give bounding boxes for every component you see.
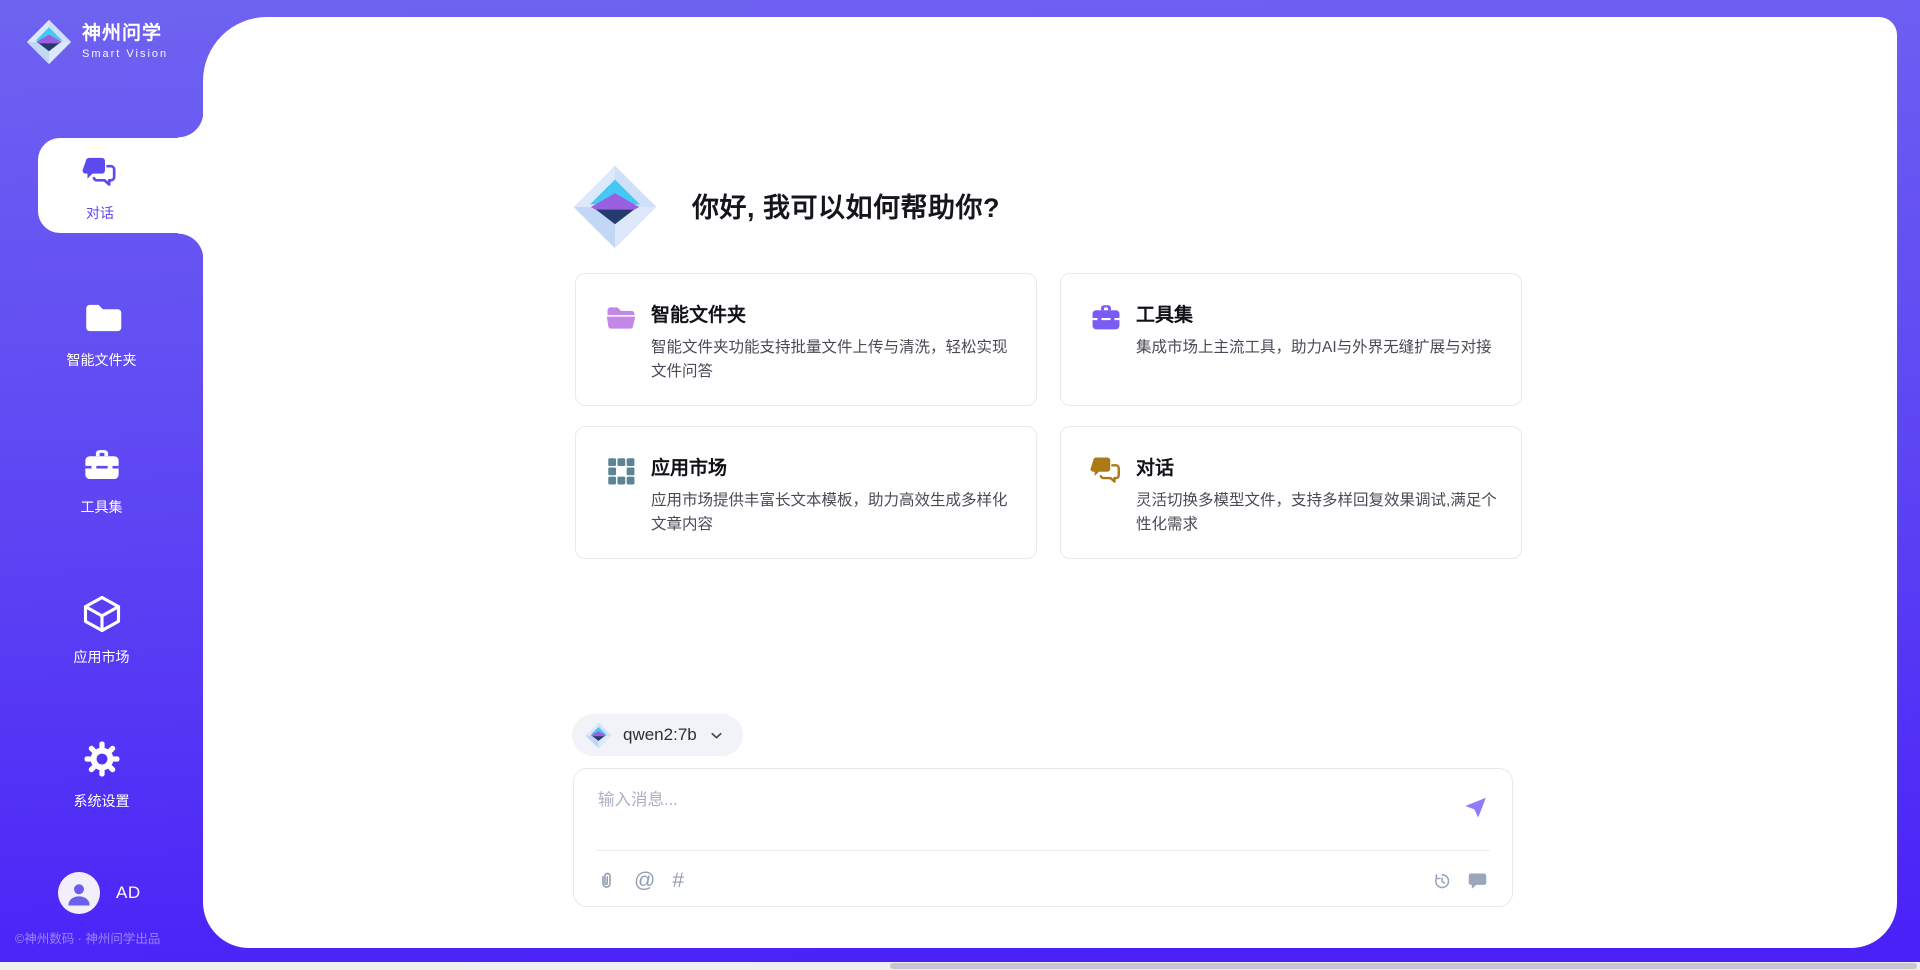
person-icon	[64, 878, 94, 908]
greeting-title: 你好, 我可以如何帮助你?	[692, 186, 1000, 225]
sidebar-item-label: 应用市场	[74, 647, 130, 667]
chat-icon	[80, 152, 120, 192]
scrollbar-thumb[interactable]	[890, 963, 1917, 969]
model-name: qwen2:7b	[623, 725, 697, 745]
brand-subtitle: Smart Vision	[82, 48, 168, 60]
horizontal-scrollbar[interactable]	[0, 962, 1920, 970]
card-title: 智能文件夹	[651, 300, 1012, 327]
user-name: AD	[116, 883, 141, 903]
sidebar-item-label: 对话	[86, 203, 114, 223]
sidebar: 神州问学 Smart Vision 对话 智能文件夹	[0, 0, 203, 970]
card-description: 集成市场上主流工具，助力AI与外界无缝扩展与对接	[1136, 336, 1492, 360]
toolbox-icon	[81, 444, 123, 486]
model-selector[interactable]: qwen2:7b	[572, 714, 743, 756]
toolbox-icon	[1089, 300, 1123, 405]
sidebar-item-settings[interactable]: 系统设置	[0, 724, 203, 816]
feature-cards: 智能文件夹 智能文件夹功能支持批量文件上传与清洗，轻松实现文件问答 工具集 集成…	[575, 273, 1522, 559]
history-icon[interactable]	[1432, 871, 1452, 891]
chat-icon	[1089, 453, 1123, 558]
card-title: 工具集	[1136, 300, 1492, 327]
card-smart-folder[interactable]: 智能文件夹 智能文件夹功能支持批量文件上传与清洗，轻松实现文件问答	[575, 273, 1037, 406]
greeting-logo-diamond-icon	[572, 162, 658, 252]
user-profile[interactable]: AD	[58, 872, 141, 914]
composer-tools: @ #	[596, 870, 684, 891]
sidebar-item-label: 工具集	[81, 497, 123, 517]
card-title: 对话	[1136, 453, 1497, 480]
model-diamond-icon	[585, 722, 612, 749]
brand-name: 神州问学	[82, 24, 168, 45]
folder-icon	[81, 297, 123, 339]
sidebar-item-app-market[interactable]: 应用市场	[0, 578, 203, 670]
quick-phrase-icon[interactable]	[1467, 870, 1488, 891]
sidebar-item-label: 系统设置	[74, 791, 130, 811]
sidebar-item-chat[interactable]: 对话	[38, 138, 204, 233]
grid-icon	[604, 453, 638, 558]
send-icon[interactable]	[1463, 795, 1488, 820]
card-chat[interactable]: 对话 灵活切换多模型文件，支持多样回复效果调试,满足个性化需求	[1060, 426, 1522, 559]
card-description: 智能文件夹功能支持批量文件上传与清洗，轻松实现文件问答	[651, 336, 1012, 384]
message-composer: @ #	[573, 768, 1513, 907]
sidebar-item-smart-folder[interactable]: 智能文件夹	[0, 283, 203, 375]
sidebar-item-label: 智能文件夹	[67, 350, 137, 370]
card-app-market[interactable]: 应用市场 应用市场提供丰富长文本模板，助力高效生成多样化文章内容	[575, 426, 1037, 559]
chevron-down-icon	[708, 727, 725, 744]
avatar	[58, 872, 100, 914]
message-input[interactable]	[596, 784, 1420, 846]
cube-icon	[80, 592, 124, 636]
diamond-logo-icon	[26, 18, 72, 66]
sidebar-item-toolbox[interactable]: 工具集	[0, 430, 203, 522]
folder-icon	[604, 300, 638, 405]
attachment-icon[interactable]	[596, 870, 617, 891]
composer-actions	[1432, 870, 1488, 891]
mention-icon[interactable]: @	[634, 870, 655, 891]
settings-gear-icon	[81, 738, 123, 780]
card-title: 应用市场	[651, 453, 1012, 480]
hash-icon[interactable]: #	[672, 870, 684, 891]
card-description: 应用市场提供丰富长文本模板，助力高效生成多样化文章内容	[651, 489, 1012, 537]
composer-divider	[596, 850, 1490, 851]
brand: 神州问学 Smart Vision	[26, 18, 168, 66]
card-description: 灵活切换多模型文件，支持多样回复效果调试,满足个性化需求	[1136, 489, 1497, 537]
card-toolbox[interactable]: 工具集 集成市场上主流工具，助力AI与外界无缝扩展与对接	[1060, 273, 1522, 406]
copyright: ©神州数码 · 神州问学出品	[15, 928, 205, 947]
